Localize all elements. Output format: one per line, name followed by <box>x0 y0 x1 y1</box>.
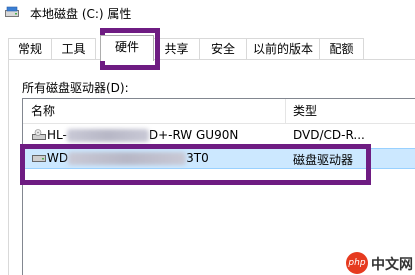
watermark-logo: php <box>346 252 368 274</box>
list-item[interactable]: HL- D+-RW GU90N DVD/CD-R... <box>23 125 415 146</box>
tab-security[interactable]: 安全 <box>199 38 247 60</box>
list-header: 名称 类型 <box>23 99 415 124</box>
tab-sharing[interactable]: 共享 <box>153 38 200 60</box>
redacted-region <box>66 129 149 142</box>
properties-window: 本地磁盘 (C:) 属性 常规 工具 硬件 共享 安全 以前的版本 配额 所有磁… <box>0 0 415 275</box>
tab-strip: 常规 工具 硬件 共享 安全 以前的版本 配额 <box>0 35 415 61</box>
watermark: php 中文网 <box>346 252 413 274</box>
annotation-box-disk-row <box>20 144 371 185</box>
tab-tools[interactable]: 工具 <box>51 38 96 60</box>
drive-icon <box>5 6 19 17</box>
drive-type: DVD/CD-R... <box>293 128 365 142</box>
all-drives-label: 所有磁盘驱动器(D): <box>22 81 129 95</box>
column-header-type[interactable]: 类型 <box>285 99 415 124</box>
tab-quota[interactable]: 配额 <box>319 38 364 60</box>
column-header-name[interactable]: 名称 <box>23 99 285 124</box>
window-title: 本地磁盘 (C:) 属性 <box>30 7 132 21</box>
optical-drive-icon <box>32 129 46 140</box>
tab-general[interactable]: 常规 <box>8 38 52 60</box>
drives-list[interactable]: 名称 类型 HL-D+-RW GU90N DVD/CD-R... WD3T0 <box>22 98 415 275</box>
tab-hardware[interactable]: 硬件 <box>100 35 154 61</box>
drive-name-prefix: HL- <box>47 128 67 142</box>
watermark-text: 中文网 <box>371 257 413 273</box>
title-bar: 本地磁盘 (C:) 属性 <box>0 0 415 26</box>
drive-name-suffix: D+-RW GU90N <box>148 128 239 142</box>
tab-previous-versions[interactable]: 以前的版本 <box>246 38 320 60</box>
